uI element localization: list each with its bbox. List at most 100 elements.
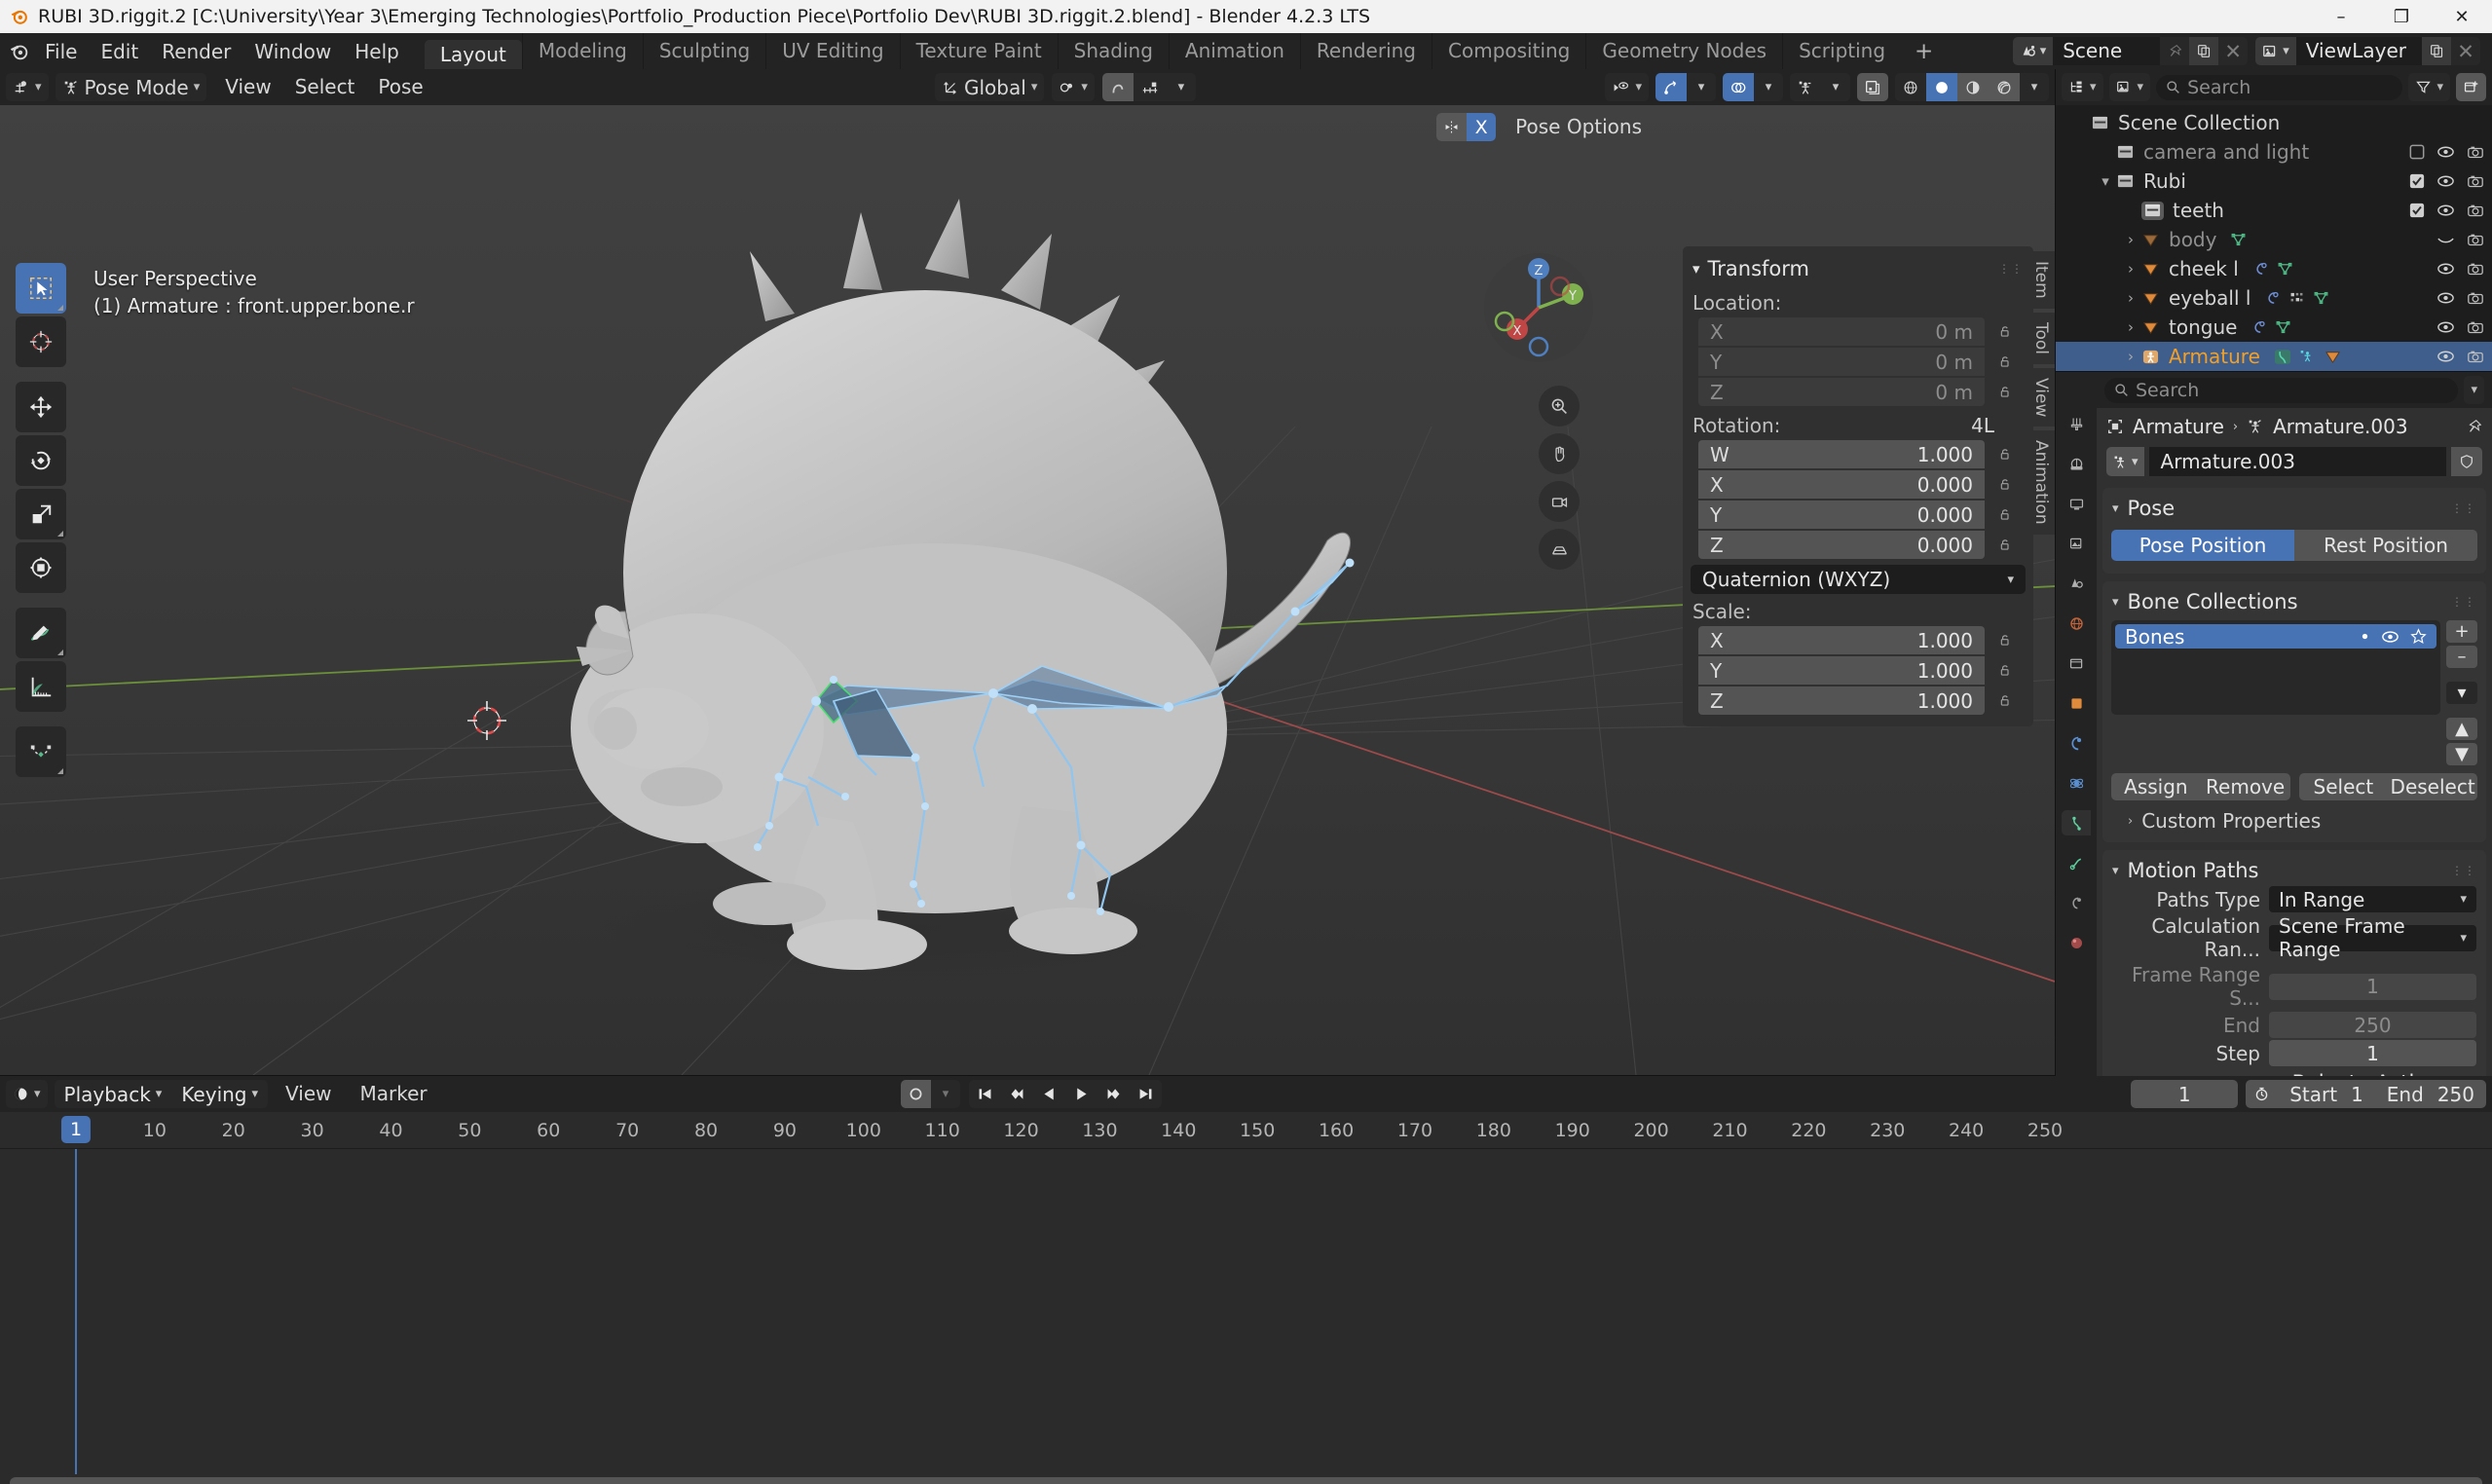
checkbox-checked-icon[interactable] xyxy=(2409,173,2425,189)
xray-dropdown[interactable]: ▾ xyxy=(1821,73,1850,101)
new-viewlayer-icon[interactable] xyxy=(2422,37,2451,65)
zoom-view-icon[interactable] xyxy=(1539,386,1580,427)
panel-grip-icon[interactable]: ⋮⋮ xyxy=(1998,262,2024,276)
bone-collections-header[interactable]: ▾ Bone Collections ⋮⋮ xyxy=(2102,587,2486,616)
transform-orientation-button[interactable]: Global ▾ xyxy=(935,73,1045,101)
remove-button[interactable]: Remove xyxy=(2200,773,2290,800)
current-frame-field[interactable]: 1 xyxy=(2131,1080,2239,1108)
cursor-tool[interactable] xyxy=(16,316,66,367)
tab-tool[interactable] xyxy=(2062,411,2091,436)
viewport-canvas[interactable]: User Perspective (1) Armature : front.up… xyxy=(0,105,2055,1075)
mode-selector[interactable]: Pose Mode ▾ xyxy=(55,73,207,101)
viewlayer-selector[interactable]: ▾ ViewLayer ✕ xyxy=(2255,37,2480,65)
modifier-icon[interactable] xyxy=(2264,290,2281,306)
play-icon[interactable] xyxy=(1065,1080,1097,1108)
tab-view-layer[interactable] xyxy=(2062,531,2091,556)
tab-world[interactable] xyxy=(2062,611,2091,636)
render-camera-icon[interactable] xyxy=(2467,320,2484,335)
tab-modifiers[interactable] xyxy=(2062,730,2091,756)
field-y[interactable]: Y 1.000 xyxy=(1698,656,1985,685)
sidebar-tab-view[interactable]: View xyxy=(2029,367,2055,427)
custom-properties-subpanel[interactable]: › Custom Properties xyxy=(2102,802,2486,836)
timeline-view-menu[interactable]: View xyxy=(275,1080,342,1108)
workspace-tab-shading[interactable]: Shading xyxy=(1057,33,1169,69)
proportional-edit-icon[interactable] xyxy=(1101,73,1134,101)
jump-to-start-icon[interactable] xyxy=(969,1080,1001,1108)
viewlayer-name[interactable]: ViewLayer xyxy=(2295,37,2422,65)
outliner-row[interactable]: › eyeball l xyxy=(2056,283,2492,313)
next-keyframe-icon[interactable] xyxy=(1097,1080,1130,1108)
field-x[interactable]: X 0 m xyxy=(1698,317,1985,346)
gizmo-group[interactable]: ▾ xyxy=(1655,73,1716,101)
breadcrumb-object[interactable]: Armature xyxy=(2133,415,2224,438)
datablock-name-field[interactable]: Armature.003 xyxy=(2148,447,2446,476)
jump-to-end-icon[interactable] xyxy=(1130,1080,1162,1108)
menu-window[interactable]: Window xyxy=(242,38,343,65)
tab-collection[interactable] xyxy=(2062,650,2091,676)
timeline-marker-menu[interactable]: Marker xyxy=(350,1080,438,1108)
pose-mirror-icon[interactable] xyxy=(1436,113,1468,141)
tab-material[interactable] xyxy=(2062,930,2091,955)
material-preview-icon[interactable] xyxy=(1957,73,1989,101)
shading-modes[interactable]: ▾ xyxy=(1895,73,2049,101)
visibility-eye-icon[interactable] xyxy=(2436,145,2455,159)
gizmo-dropdown[interactable]: ▾ xyxy=(1687,73,1716,101)
toggle-perspective-icon[interactable] xyxy=(1539,529,1580,570)
timeline-scrollbar[interactable] xyxy=(0,1477,2492,1484)
auto-keying-icon[interactable] xyxy=(901,1080,931,1108)
workspace-tab-uv-editing[interactable]: UV Editing xyxy=(765,33,899,69)
render-camera-icon[interactable] xyxy=(2467,350,2484,364)
outliner-row[interactable]: camera and light xyxy=(2056,137,2492,167)
modifier-icon[interactable] xyxy=(2250,319,2267,335)
overlay-group[interactable]: ▾ xyxy=(1723,73,1783,101)
auto-keying-group[interactable]: ▾ xyxy=(901,1080,960,1108)
mesh-data-icon[interactable] xyxy=(2313,290,2329,306)
snapping-group[interactable]: ▾ xyxy=(1101,73,1196,101)
add-bone-collection-button[interactable]: + xyxy=(2446,620,2477,643)
end-frame-field[interactable]: End 250 xyxy=(2375,1080,2486,1108)
render-camera-icon[interactable] xyxy=(2467,204,2484,218)
timeline-editor-type-button[interactable]: ▾ xyxy=(6,1080,48,1108)
snap-dropdown[interactable]: ▾ xyxy=(1167,73,1196,101)
disclosure-triangle[interactable]: › xyxy=(2120,348,2141,365)
field-x[interactable]: X 1.000 xyxy=(1698,626,1985,654)
pan-view-icon[interactable] xyxy=(1539,433,1580,474)
panel-grip-icon[interactable]: ⋮⋮ xyxy=(2451,501,2476,515)
pose-position-button[interactable]: Pose Position xyxy=(2111,530,2294,561)
disclosure-triangle[interactable]: ▾ xyxy=(2095,172,2116,190)
move-collection-up-button[interactable]: ▲ xyxy=(2446,718,2477,740)
motion-paths-header[interactable]: ▾ Motion Paths ⋮⋮ xyxy=(2102,856,2486,885)
bone-curve-tool[interactable] xyxy=(16,726,66,777)
outliner-row[interactable]: › body xyxy=(2056,225,2492,254)
disclosure-triangle[interactable]: › xyxy=(2120,289,2141,307)
outliner-filter-button[interactable]: ▾ xyxy=(2408,73,2450,101)
tab-physics[interactable] xyxy=(2062,770,2091,796)
armature-data-icon[interactable]: ▾ xyxy=(2106,447,2144,476)
add-workspace-button[interactable]: + xyxy=(1901,39,1947,64)
new-scene-icon[interactable] xyxy=(2189,37,2219,65)
outliner-editor-type-button[interactable]: ▾ xyxy=(2062,73,2103,101)
maximize-button[interactable]: ❐ xyxy=(2371,0,2432,33)
tab-output[interactable] xyxy=(2062,491,2091,516)
workspace-tab-sculpting[interactable]: Sculpting xyxy=(642,33,765,69)
shading-dropdown[interactable]: ▾ xyxy=(2020,73,2049,101)
render-camera-icon[interactable] xyxy=(2467,262,2484,277)
panel-grip-icon[interactable]: ⋮⋮ xyxy=(2451,595,2476,609)
lock-icon[interactable] xyxy=(1992,447,2018,462)
overlays-toggle-icon[interactable] xyxy=(1723,73,1754,101)
select-button[interactable]: Select xyxy=(2298,773,2389,800)
play-reverse-icon[interactable] xyxy=(1033,1080,1065,1108)
mesh-data-icon[interactable] xyxy=(2230,232,2247,247)
outliner-search-input[interactable]: Search xyxy=(2156,74,2403,100)
visibility-eye-icon[interactable] xyxy=(2436,320,2455,334)
move-collection-down-button[interactable]: ▼ xyxy=(2446,743,2477,765)
xray-toggle-icon[interactable] xyxy=(1790,73,1821,101)
visibility-eye-icon[interactable] xyxy=(2381,630,2399,644)
sidebar-tab-item[interactable]: Item xyxy=(2029,251,2055,309)
workspace-tab-rendering[interactable]: Rendering xyxy=(1299,33,1432,69)
tab-bone-constraints[interactable] xyxy=(2062,890,2091,915)
menu-edit[interactable]: Edit xyxy=(89,38,150,65)
motion-path-value[interactable]: In Range ▾ xyxy=(2269,886,2476,912)
viewport-visibility-button[interactable]: ▾ xyxy=(1605,73,1649,101)
start-frame-field[interactable]: Start 1 xyxy=(2278,1080,2375,1108)
